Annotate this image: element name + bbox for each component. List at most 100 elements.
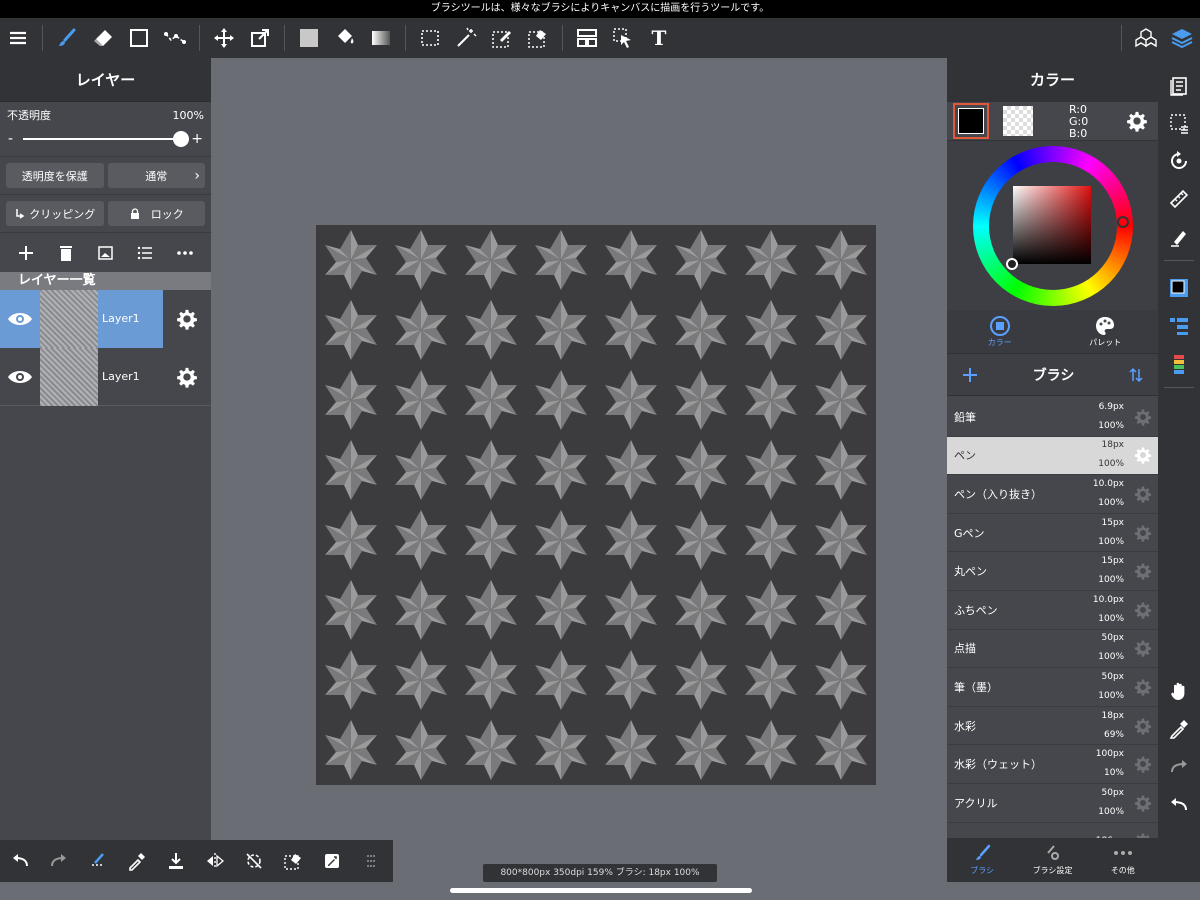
transparent-color-swatch[interactable] xyxy=(1003,106,1033,136)
rotate-off-icon[interactable] xyxy=(234,840,273,882)
tab-palette[interactable]: パレット xyxy=(1053,310,1159,353)
hand-tool-icon[interactable] xyxy=(1158,672,1200,710)
clipping-button[interactable]: クリッピング xyxy=(6,201,104,226)
magic-wand-icon[interactable] xyxy=(448,18,484,58)
visibility-eye-icon[interactable] xyxy=(0,289,40,348)
brush-item[interactable]: アクリル 50px 100% xyxy=(947,784,1158,823)
color-panel-toggle-icon[interactable] xyxy=(1158,269,1200,307)
home-indicator[interactable] xyxy=(450,888,752,893)
layer-settings-gear-icon[interactable] xyxy=(163,348,211,406)
brush-item[interactable]: 186px xyxy=(947,823,1158,838)
brush-item[interactable]: 点描 50px 100% xyxy=(947,630,1158,669)
move-tool-icon[interactable] xyxy=(206,18,242,58)
brush-settings-gear-icon[interactable] xyxy=(1128,446,1158,465)
download-icon[interactable] xyxy=(156,840,195,882)
grip-dots-icon[interactable] xyxy=(351,840,390,882)
brush-settings-gear-icon[interactable] xyxy=(1128,678,1158,696)
rgb-readout: R:0 G:0 B:0 xyxy=(1069,104,1088,140)
opacity-decrease-button[interactable]: - xyxy=(8,131,13,147)
brush-settings-gear-icon[interactable] xyxy=(1128,408,1158,426)
undo-icon[interactable] xyxy=(0,840,39,882)
text-tool-icon[interactable]: T xyxy=(641,18,677,58)
brush-tool-icon[interactable] xyxy=(49,18,85,58)
document-icon[interactable] xyxy=(1158,66,1200,104)
layer-row[interactable]: Layer1 xyxy=(0,347,211,406)
layer-row[interactable]: Layer1 xyxy=(0,289,211,348)
selection-menu-icon[interactable] xyxy=(1158,104,1200,142)
brush-settings-gear-icon[interactable] xyxy=(1128,601,1158,619)
add-brush-icon[interactable] xyxy=(961,366,979,384)
hue-picker-handle[interactable] xyxy=(1117,216,1129,228)
brush-item[interactable]: ふちペン 10.0px 100% xyxy=(947,591,1158,630)
brush-item[interactable]: 丸ペン 15px 100% xyxy=(947,552,1158,591)
select-eraser-icon[interactable] xyxy=(520,18,556,58)
delete-layer-icon[interactable] xyxy=(57,244,75,262)
edit-icon[interactable] xyxy=(312,840,351,882)
eraser-tool-icon[interactable] xyxy=(85,18,121,58)
tab-other[interactable]: その他 xyxy=(1088,838,1158,882)
layers-toggle-icon[interactable] xyxy=(1164,18,1200,58)
layer-panel-toggle-icon[interactable] xyxy=(1158,345,1200,383)
brush-item[interactable]: Gペン 15px 100% xyxy=(947,514,1158,553)
sv-picker-handle[interactable] xyxy=(1006,258,1018,270)
lock-button[interactable]: ロック xyxy=(107,201,205,226)
brush-panel-toggle-icon[interactable] xyxy=(1158,307,1200,345)
redo-icon[interactable] xyxy=(1158,748,1200,786)
brush-item[interactable]: 筆（墨） 50px 100% xyxy=(947,668,1158,707)
sort-icon[interactable] xyxy=(1128,366,1144,384)
opacity-increase-button[interactable]: + xyxy=(191,131,203,147)
brush-item[interactable]: 鉛筆 6.9px 100% xyxy=(947,398,1158,437)
bucket-tool-icon[interactable] xyxy=(327,18,363,58)
tab-brush[interactable]: ブラシ xyxy=(947,838,1017,882)
redo-icon[interactable] xyxy=(39,840,78,882)
image-import-icon[interactable] xyxy=(96,244,114,262)
tab-color[interactable]: カラー xyxy=(947,310,1053,353)
eyedropper-icon[interactable] xyxy=(1158,710,1200,748)
line-tool-icon[interactable] xyxy=(157,18,193,58)
frame-divide-icon[interactable] xyxy=(569,18,605,58)
opacity-slider[interactable] xyxy=(23,131,190,147)
materials-icon[interactable] xyxy=(1128,18,1164,58)
color-settings-gear-icon[interactable] xyxy=(1126,110,1148,136)
brush-settings-gear-icon[interactable] xyxy=(1128,755,1158,773)
clear-selection-icon[interactable] xyxy=(273,840,312,882)
protect-alpha-button[interactable]: 透明度を保護 xyxy=(6,163,104,188)
brush-item[interactable]: 水彩（ウェット） 100px 10% xyxy=(947,745,1158,784)
operation-tool-icon[interactable] xyxy=(605,18,641,58)
saturation-value-square[interactable] xyxy=(1013,186,1091,264)
select-pen-icon[interactable] xyxy=(484,18,520,58)
fill-color-icon[interactable] xyxy=(291,18,327,58)
dropper-icon[interactable] xyxy=(117,840,156,882)
flip-horizontal-icon[interactable] xyxy=(195,840,234,882)
brush-settings-gear-icon[interactable] xyxy=(1128,794,1158,812)
gradient-tool-icon[interactable] xyxy=(363,18,399,58)
brush-settings-gear-icon[interactable] xyxy=(1128,717,1158,735)
brush-settings-gear-icon[interactable] xyxy=(1128,562,1158,580)
more-options-icon[interactable] xyxy=(176,244,194,262)
blend-mode-button[interactable]: 通常 › xyxy=(107,163,205,188)
ruler-icon[interactable] xyxy=(1158,180,1200,218)
brush-item[interactable]: 水彩 18px 69% xyxy=(947,707,1158,746)
brush-settings-gear-icon[interactable] xyxy=(1128,639,1158,658)
transform-tool-icon[interactable] xyxy=(242,18,278,58)
shape-tool-icon[interactable] xyxy=(121,18,157,58)
add-layer-icon[interactable] xyxy=(17,244,35,262)
pen-stroke-icon[interactable] xyxy=(1158,218,1200,256)
undo-icon[interactable] xyxy=(1158,786,1200,824)
brush-settings-gear-icon[interactable] xyxy=(1128,485,1158,503)
menu-icon[interactable] xyxy=(0,18,36,58)
tab-brush-settings[interactable]: ブラシ設定 xyxy=(1017,838,1087,882)
opacity-slider-knob[interactable] xyxy=(173,131,190,147)
brush-item[interactable]: ペン（入り抜き） 10.0px 100% xyxy=(947,475,1158,514)
primary-color-swatch[interactable] xyxy=(953,103,989,139)
brush-item[interactable]: ペン 18px 100% xyxy=(947,436,1158,476)
layer-list-icon[interactable] xyxy=(136,244,154,262)
select-rect-icon[interactable] xyxy=(412,18,448,58)
layer-settings-gear-icon[interactable] xyxy=(163,289,211,348)
hue-wheel[interactable] xyxy=(973,146,1133,306)
drawing-canvas[interactable] xyxy=(316,225,876,785)
quick-brush-icon[interactable] xyxy=(78,840,117,882)
rotate-canvas-icon[interactable] xyxy=(1158,142,1200,180)
visibility-eye-icon[interactable] xyxy=(0,348,40,406)
brush-settings-gear-icon[interactable] xyxy=(1128,524,1158,542)
